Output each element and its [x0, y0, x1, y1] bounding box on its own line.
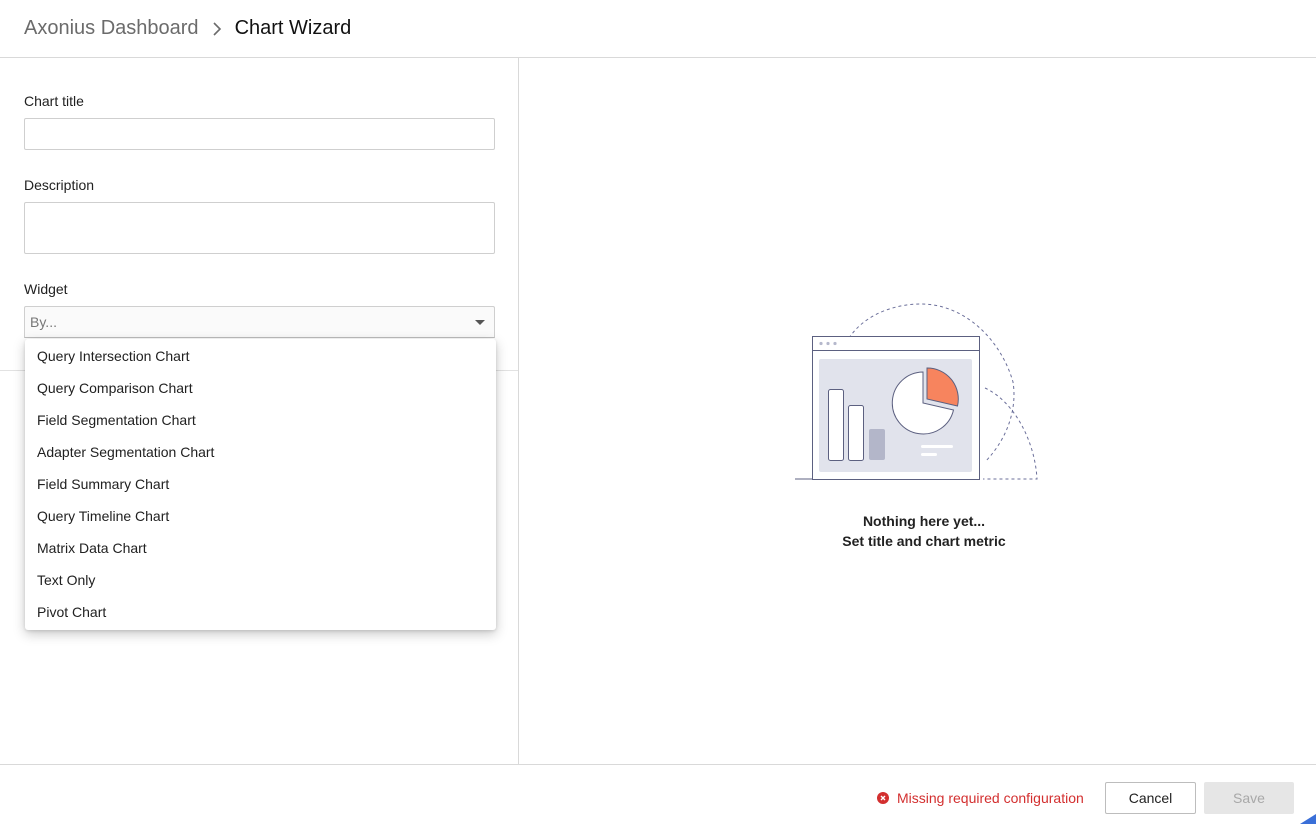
chevron-right-icon: [205, 17, 229, 41]
description-input[interactable]: [24, 202, 495, 254]
chart-title-label: Chart title: [24, 93, 84, 109]
widget-label: Widget: [24, 281, 68, 297]
save-button[interactable]: Save: [1204, 782, 1294, 814]
breadcrumb-dashboard-link[interactable]: Axonius Dashboard: [24, 17, 199, 40]
menu-item-query-intersection-chart[interactable]: Query Intersection Chart: [25, 340, 496, 372]
menu-item-query-timeline-chart[interactable]: Query Timeline Chart: [25, 500, 496, 532]
description-label: Description: [24, 177, 95, 193]
breadcrumb: Axonius Dashboard Chart Wizard: [0, 0, 1316, 58]
page-title: Chart Wizard: [234, 17, 352, 39]
cancel-button[interactable]: Cancel: [1105, 782, 1196, 814]
menu-item-field-summary-chart[interactable]: Field Summary Chart: [25, 468, 496, 500]
menu-item-adapter-segmentation-chart[interactable]: Adapter Segmentation Chart: [25, 436, 496, 468]
chart-title-input[interactable]: [24, 118, 495, 150]
menu-item-pivot-chart[interactable]: Pivot Chart: [25, 596, 496, 628]
menu-item-matrix-data-chart[interactable]: Matrix Data Chart: [25, 532, 496, 564]
wizard-footer: Missing required configuration Cancel Sa…: [0, 764, 1316, 824]
empty-chart-illustration: [795, 303, 1038, 480]
menu-item-text-only[interactable]: Text Only: [25, 564, 496, 596]
menu-item-query-comparison-chart[interactable]: Query Comparison Chart: [25, 372, 496, 404]
menu-item-field-segmentation-chart[interactable]: Field Segmentation Chart: [25, 404, 496, 436]
empty-state-subtitle: Set title and chart metric: [842, 533, 1006, 549]
validation-error: Missing required configuration: [877, 790, 1084, 806]
error-circle-icon: [877, 792, 889, 804]
validation-error-text: Missing required configuration: [897, 790, 1084, 806]
widget-select-value: By...: [30, 314, 57, 330]
empty-state-title: Nothing here yet...: [862, 513, 986, 529]
caret-down-icon: [475, 320, 485, 325]
widget-dropdown-menu: Query Intersection Chart Query Compariso…: [25, 339, 496, 630]
corner-accent: [1300, 814, 1316, 824]
chart-preview-panel: Nothing here yet... Set title and chart …: [519, 58, 1316, 764]
widget-select[interactable]: By...: [24, 306, 495, 338]
